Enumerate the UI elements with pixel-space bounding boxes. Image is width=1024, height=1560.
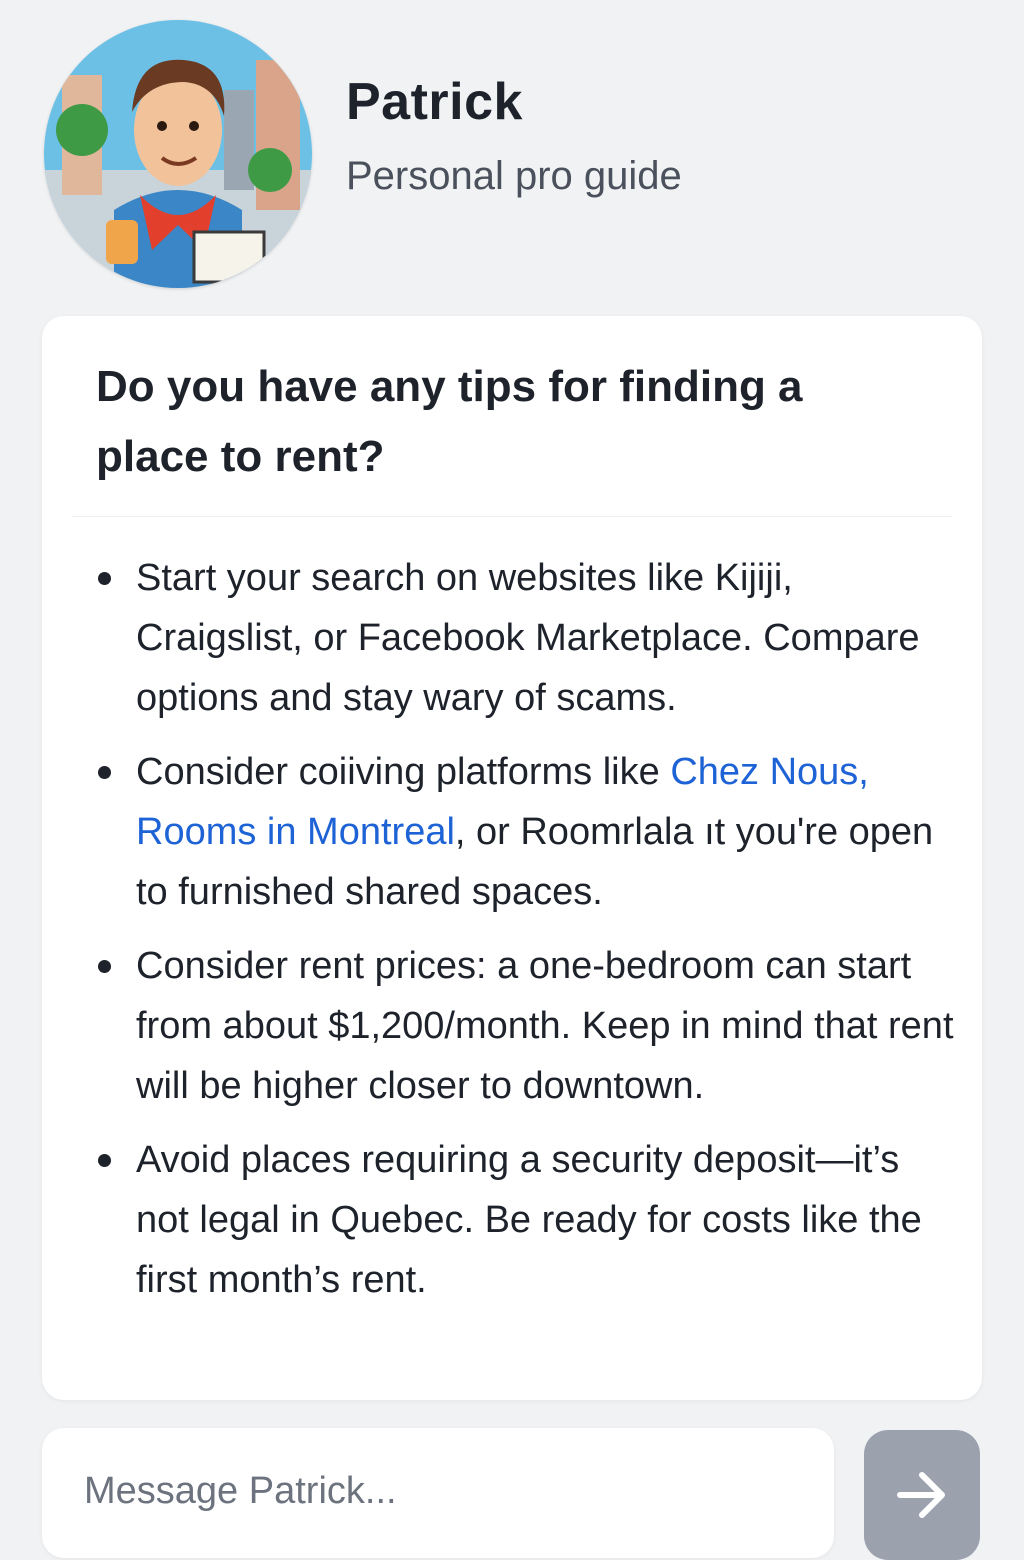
tip-text: Avoid places requiring a security deposi… [136, 1139, 922, 1301]
bullet-dot [98, 1154, 111, 1167]
agent-header: Patrick Personal pro guide [0, 0, 1024, 300]
agent-name: Patrick [346, 73, 523, 131]
message-composer [42, 1428, 834, 1558]
divider [72, 516, 952, 517]
bullet-dot [98, 766, 111, 779]
tip-text: Start your search on websites like Kijij… [136, 557, 920, 719]
user-question: Do you have any tips for finding a place… [96, 362, 803, 481]
list-item: Consider rent prices: a one-bedroom can … [96, 936, 956, 1116]
message-input[interactable] [82, 1464, 806, 1518]
tip-text: Consider coiiving platforms like [136, 751, 671, 793]
avatar[interactable] [44, 20, 312, 288]
send-button[interactable] [864, 1430, 980, 1560]
message-card: Do you have any tips for finding a place… [42, 316, 982, 1400]
list-item: Avoid places requiring a security deposi… [96, 1130, 956, 1310]
arrow-right-icon [897, 1472, 945, 1518]
bullet-dot [98, 960, 111, 973]
tips-list: Start your search on websites like Kijij… [96, 548, 956, 1324]
list-item: Consider coiiving platforms like Chez No… [96, 742, 956, 922]
agent-subtitle: Personal pro guide [346, 154, 682, 198]
tip-text: Consider rent prices: a one-bedroom can … [136, 945, 954, 1107]
bullet-dot [98, 572, 111, 585]
illustrated-man-avatar-icon [44, 20, 312, 288]
list-item: Start your search on websites like Kijij… [96, 548, 956, 728]
